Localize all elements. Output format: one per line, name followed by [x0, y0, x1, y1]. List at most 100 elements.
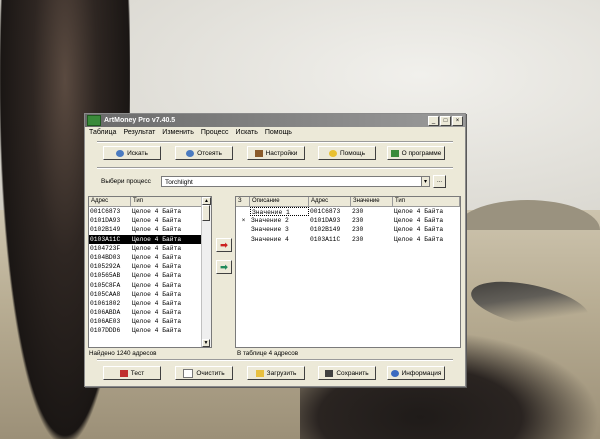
address-cell: 001C6873: [90, 208, 121, 215]
chevron-down-icon[interactable]: ▾: [421, 176, 430, 187]
search-results-table: Адрес Тип 001C6873 Целое 4 Байта 0101DA93 Ц…: [88, 196, 212, 348]
search-button[interactable]: Искать: [103, 146, 161, 160]
type-cell: Целое 4 Байта: [132, 327, 182, 335]
test-icon: [119, 369, 128, 377]
menu-table[interactable]: Таблица: [89, 129, 116, 136]
value-cell[interactable]: 230: [351, 216, 393, 225]
value-cell[interactable]: 230: [351, 225, 393, 234]
scroll-down-icon[interactable]: ▼: [202, 339, 210, 347]
settings-icon: [254, 149, 263, 157]
settings-button[interactable]: Настройки: [247, 146, 305, 160]
save-button[interactable]: Сохранить: [318, 366, 376, 380]
type-cell: Целое 4 Байта: [132, 272, 182, 280]
filter-icon: [186, 149, 195, 157]
clear-button[interactable]: Очистить: [175, 366, 233, 380]
filter-button[interactable]: Отсеять: [175, 146, 233, 160]
found-count: Найдено 1240 адресов: [89, 350, 157, 357]
menu-process[interactable]: Процесс: [201, 129, 229, 136]
table-row[interactable]: 010565AB Целое 4 Байта: [89, 271, 211, 280]
table-row[interactable]: Значение 1 001C6873 230 Целое 4 Байта: [236, 207, 460, 217]
artmoney-window: ArtMoney Pro v7.40.5 _ □ × Таблица Резул…: [84, 113, 466, 387]
table-header: З Описание Адрес Значение Тип: [236, 197, 460, 207]
column-value[interactable]: Значение: [351, 197, 393, 206]
description-cell[interactable]: Значение 4: [250, 235, 309, 244]
description-cell[interactable]: Значение 3: [250, 225, 309, 234]
address-cell: 0103A11C: [90, 235, 121, 243]
test-button[interactable]: Тест: [103, 366, 161, 380]
table-row[interactable]: Значение 4 0103A11C 230 Целое 4 Байта: [236, 235, 460, 244]
address-cell: 0104BD03: [90, 253, 121, 261]
table-row[interactable]: 0104723F Целое 4 Байта: [89, 244, 211, 253]
table-row[interactable]: 0106ABDA Целое 4 Байта: [89, 308, 211, 317]
type-cell: Целое 4 Байта: [394, 226, 444, 234]
title-bar[interactable]: ArtMoney Pro v7.40.5 _ □ ×: [85, 114, 465, 127]
divider: [97, 167, 453, 169]
minimize-button[interactable]: _: [428, 115, 439, 126]
table-row[interactable]: 0104BD03 Целое 4 Байта: [89, 253, 211, 262]
column-address[interactable]: Адрес: [89, 197, 131, 206]
address-cell: 0103A11C: [310, 235, 341, 243]
table-row[interactable]: × Значение 2 0101DA93 230 Целое 4 Байта: [236, 216, 460, 225]
address-cell: 0105CAA8: [90, 290, 121, 298]
freeze-cell[interactable]: [236, 225, 250, 234]
value-cell[interactable]: 230: [351, 207, 393, 216]
about-button[interactable]: О программе: [387, 146, 445, 160]
add-to-table-arrow-icon[interactable]: ➡: [216, 238, 232, 252]
freeze-cell[interactable]: [236, 207, 250, 216]
scroll-up-icon[interactable]: ▲: [202, 197, 211, 205]
type-cell: Целое 4 Байта: [132, 226, 182, 234]
process-select[interactable]: Torchlight: [161, 176, 429, 187]
remove-from-table-arrow-icon[interactable]: ➡: [216, 260, 232, 274]
column-description[interactable]: Описание: [250, 197, 309, 206]
divider: [97, 141, 453, 143]
load-button[interactable]: Загрузить: [247, 366, 305, 380]
close-button[interactable]: ×: [452, 115, 463, 126]
table-row[interactable]: Значение 3 0102B149 230 Целое 4 Байта: [236, 225, 460, 234]
divider: [97, 359, 453, 361]
clear-icon: [183, 368, 194, 378]
table-row[interactable]: 0106AE03 Целое 4 Байта: [89, 317, 211, 326]
table-row[interactable]: 0101DA93 Целое 4 Байта: [89, 216, 211, 225]
menu-help[interactable]: Помощь: [265, 129, 292, 136]
address-cell: 0105292A: [90, 263, 121, 271]
column-type[interactable]: Тип: [393, 197, 460, 206]
help-button[interactable]: Помощь: [318, 146, 376, 160]
menu-result[interactable]: Результат: [123, 129, 155, 136]
info-button[interactable]: Информация: [387, 366, 445, 380]
description-cell[interactable]: Значение 2: [250, 216, 309, 225]
process-browse-button[interactable]: ...: [433, 175, 446, 188]
description-cell[interactable]: Значение 1: [250, 207, 309, 217]
scroll-thumb[interactable]: [202, 205, 210, 221]
table-row[interactable]: 01061802 Целое 4 Байта: [89, 299, 211, 308]
table-row[interactable]: 0102B149 Целое 4 Байта: [89, 225, 211, 234]
menu-search[interactable]: Искать: [236, 129, 258, 136]
table-row[interactable]: 001C6873 Целое 4 Байта: [89, 207, 211, 216]
folder-icon: [255, 369, 264, 377]
freeze-cell[interactable]: ×: [236, 216, 250, 225]
type-cell: Целое 4 Байта: [132, 281, 182, 289]
freeze-cell[interactable]: [236, 235, 250, 244]
address-cell: 0106ABDA: [90, 309, 121, 317]
cheat-list: Значение 1 001C6873 230 Целое 4 Байта × Значе…: [236, 207, 460, 244]
column-type[interactable]: Тип: [131, 197, 204, 206]
type-cell: Целое 4 Байта: [394, 208, 444, 215]
column-address[interactable]: Адрес: [309, 197, 351, 206]
type-cell: Целое 4 Байта: [132, 290, 182, 298]
menu-edit[interactable]: Изменить: [162, 129, 194, 136]
results-scrollbar[interactable]: ▲ ▼: [201, 197, 211, 347]
maximize-button[interactable]: □: [440, 115, 451, 126]
address-cell: 0102B149: [90, 226, 121, 234]
address-cell: 001C6873: [310, 208, 341, 215]
value-cell[interactable]: 230: [351, 235, 393, 244]
table-row[interactable]: 0103A11C Целое 4 Байта: [89, 234, 211, 244]
table-row[interactable]: 0105CAA8 Целое 4 Байта: [89, 290, 211, 299]
table-row[interactable]: 0105C8FA Целое 4 Байта: [89, 281, 211, 290]
address-cell: 0107DDD6: [90, 327, 121, 335]
type-cell: Целое 4 Байта: [394, 217, 444, 225]
table-row[interactable]: 0107DDD6 Целое 4 Байта: [89, 326, 211, 335]
info-icon: [390, 369, 399, 377]
column-freeze[interactable]: З: [236, 197, 250, 206]
table-row[interactable]: 0105292A Целое 4 Байта: [89, 262, 211, 271]
menu-bar: Таблица Результат Изменить Процесс Искат…: [85, 127, 465, 138]
cheat-table: З Описание Адрес Значение Тип Значение 1…: [235, 196, 461, 348]
